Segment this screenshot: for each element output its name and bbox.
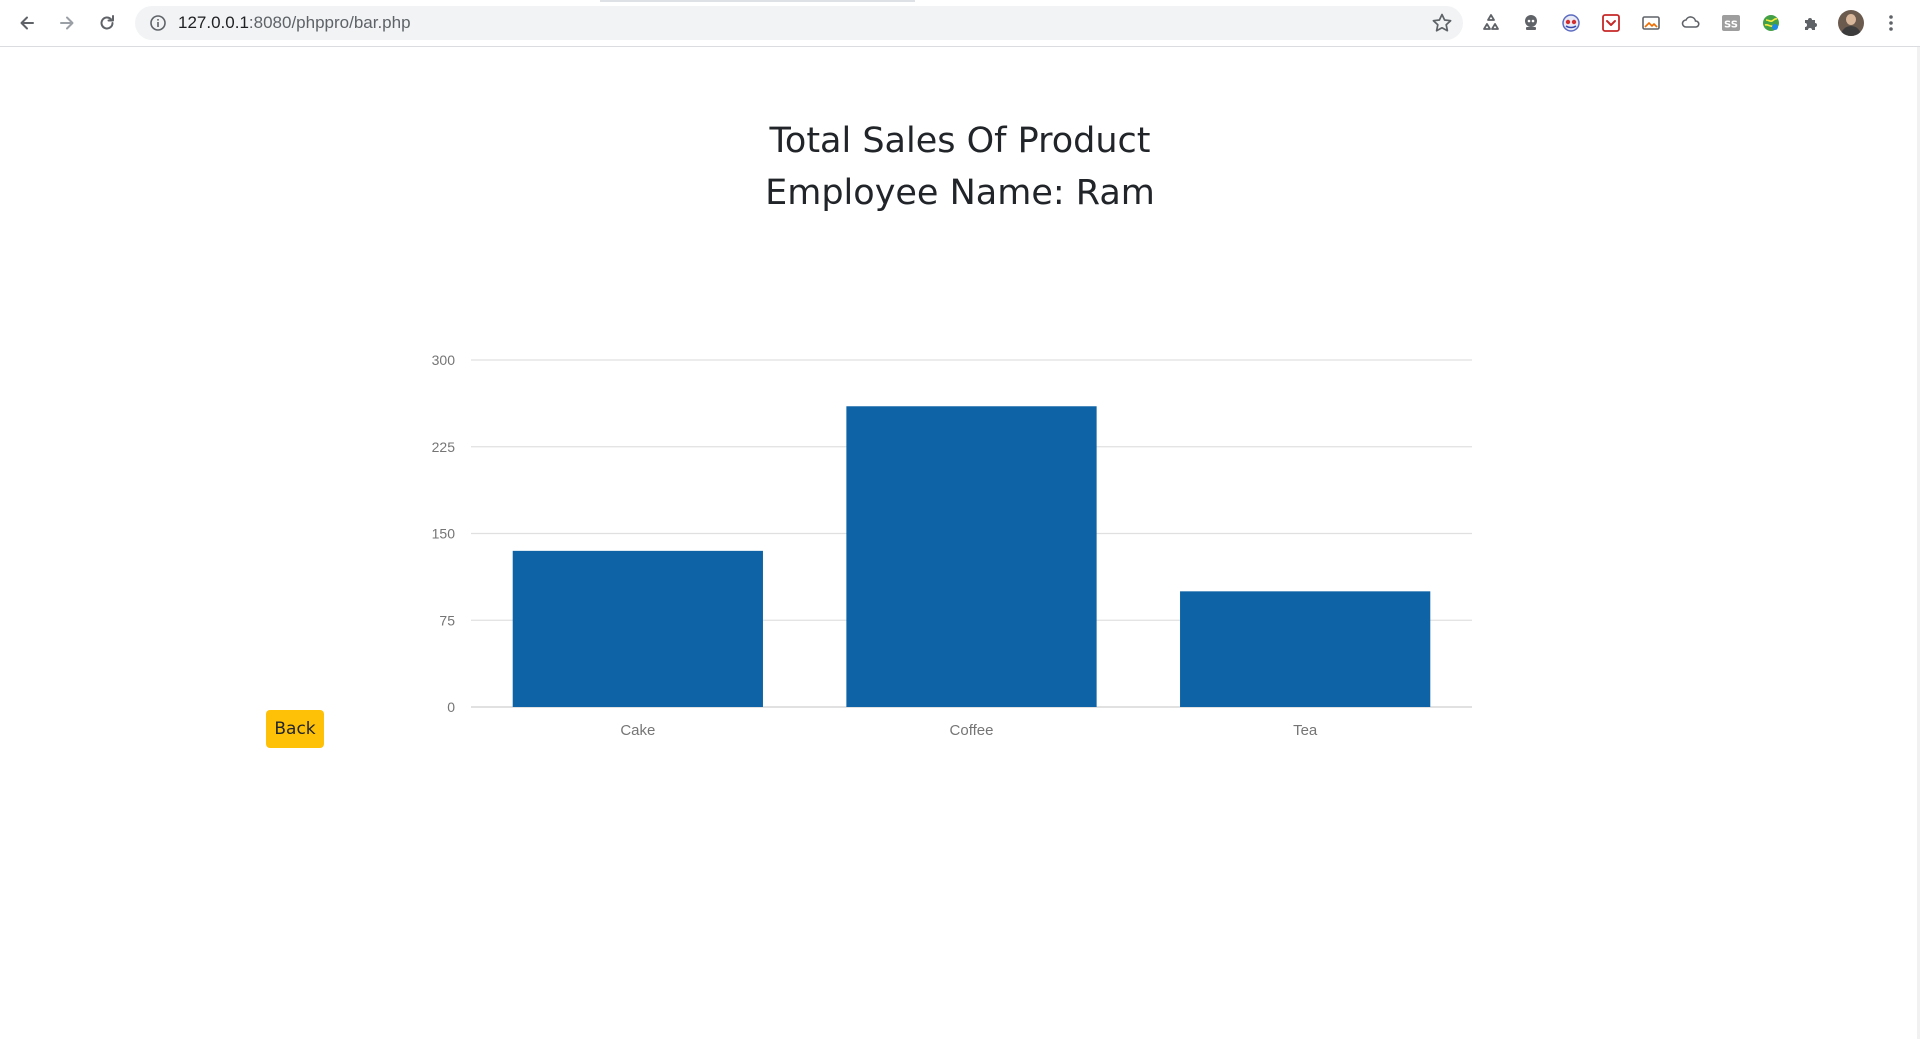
- bar: [512, 550, 763, 707]
- reload-button[interactable]: [92, 8, 122, 38]
- back-nav-button[interactable]: [12, 8, 42, 38]
- page-heading: Total Sales Of Product Employee Name: Ra…: [0, 115, 1920, 219]
- cloud-icon[interactable]: [1679, 11, 1703, 35]
- avatar-body: [1841, 26, 1861, 36]
- arrow-left-icon: [20, 16, 34, 30]
- star-icon[interactable]: [1431, 12, 1453, 34]
- page-title: Total Sales Of Product: [769, 121, 1151, 161]
- url-text[interactable]: 127.0.0.1:8080/phppro/bar.php: [178, 6, 411, 40]
- ss-icon[interactable]: SS: [1719, 11, 1743, 35]
- puzzle-icon[interactable]: [1799, 11, 1823, 35]
- y-tick-label: 75: [439, 612, 455, 628]
- address-bar[interactable]: 127.0.0.1:8080/phppro/bar.php: [135, 6, 1463, 40]
- pocket-icon[interactable]: [1599, 11, 1623, 35]
- chart-svg: 0 75 150 225 300 Cake Coffee Tea: [432, 352, 1472, 739]
- mask-icon[interactable]: [1519, 11, 1543, 35]
- y-tick-label: 0: [447, 699, 455, 715]
- y-tick-label: 150: [432, 526, 456, 542]
- forward-nav-button[interactable]: [52, 8, 82, 38]
- tab-strip-edge: [600, 0, 915, 2]
- x-tick-label: Coffee: [950, 722, 994, 739]
- bar: [1180, 591, 1431, 707]
- picture-icon[interactable]: [1639, 11, 1663, 35]
- url-path: :8080/phppro/bar.php: [248, 13, 411, 32]
- browser-toolbar: 127.0.0.1:8080/phppro/bar.php SS: [0, 0, 1920, 47]
- x-tick-label: Cake: [620, 722, 655, 739]
- bar: [846, 406, 1097, 707]
- arrow-right-icon: [60, 16, 74, 30]
- back-button[interactable]: Back: [266, 710, 324, 748]
- url-host: 127.0.0.1: [178, 13, 249, 32]
- reload-icon: [100, 15, 114, 30]
- kebab-menu-icon[interactable]: [1879, 11, 1903, 35]
- page-content: Total Sales Of Product Employee Name: Ra…: [0, 47, 1920, 1039]
- x-tick-label: Tea: [1293, 722, 1318, 739]
- sales-bar-chart: 0 75 150 225 300 Cake Coffee Tea: [400, 294, 1500, 754]
- eyes-icon[interactable]: [1559, 11, 1583, 35]
- info-icon[interactable]: [149, 14, 167, 32]
- y-tick-label: 300: [432, 352, 456, 368]
- avatar-head: [1846, 14, 1856, 25]
- recycle-icon[interactable]: [1479, 11, 1503, 35]
- y-tick-label: 225: [432, 439, 456, 455]
- globe-icon[interactable]: [1759, 11, 1783, 35]
- profile-avatar[interactable]: [1838, 10, 1864, 36]
- employee-name-heading: Employee Name: Ram: [765, 173, 1155, 213]
- svg-text:SS: SS: [1724, 20, 1738, 31]
